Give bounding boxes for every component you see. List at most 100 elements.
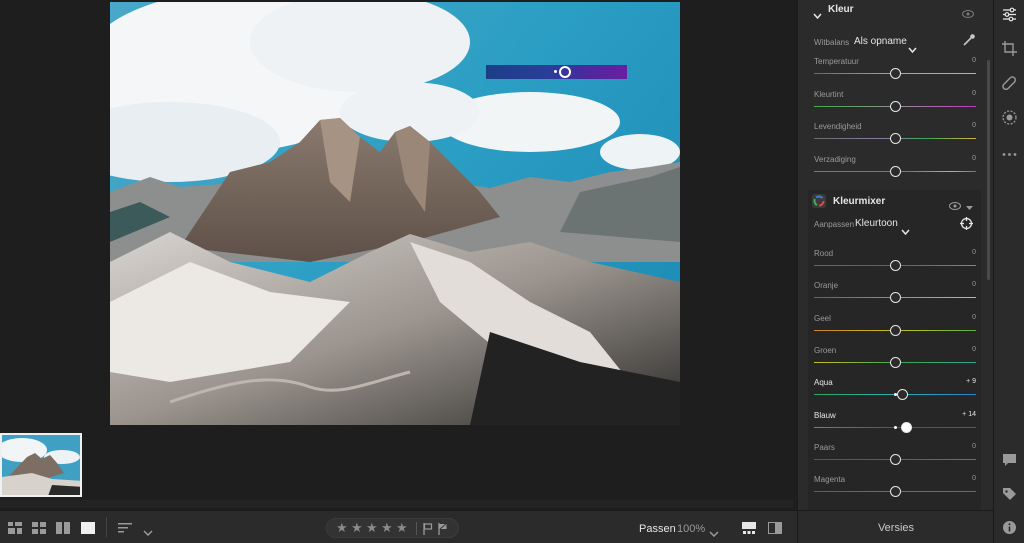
slider-levendigheid[interactable]: Levendigheid 0 — [814, 122, 976, 154]
slider-thumb[interactable] — [889, 292, 901, 304]
slider-label: Temperatuur — [814, 57, 859, 66]
star-icon[interactable]: ★ — [351, 521, 363, 535]
more-icon[interactable] — [1002, 144, 1017, 162]
target-adjust-icon[interactable] — [960, 217, 973, 235]
slider-aqua[interactable]: Aqua + 9 — [814, 378, 976, 410]
slider-label: Groen — [814, 345, 837, 355]
filmstrip-thumbnail[interactable] — [0, 433, 82, 497]
slider-thumb[interactable] — [889, 486, 901, 498]
slider-blauw[interactable]: Blauw + 14 — [814, 411, 976, 443]
chevron-down-icon[interactable] — [901, 222, 910, 240]
slider-label: Aqua — [814, 378, 833, 388]
fit-zoom-button[interactable]: Passen — [639, 523, 676, 535]
slider-rood[interactable]: Rood 0 — [814, 249, 976, 281]
healing-icon[interactable] — [1002, 76, 1017, 96]
slider-label: Blauw — [814, 410, 836, 420]
bottom-toolbar: ★ ★ ★ ★ ★ Passen 100% — [0, 510, 797, 543]
square-grid-icon[interactable] — [32, 521, 46, 539]
slider-value: 0 — [972, 313, 976, 321]
slider-magenta[interactable]: Magenta 0 — [814, 475, 976, 507]
horizontal-scrollbar[interactable] — [0, 500, 793, 508]
star-icon[interactable]: ★ — [381, 521, 393, 535]
slider-thumb[interactable] — [889, 100, 901, 112]
slider-thumb[interactable] — [889, 356, 901, 368]
slider-value: 0 — [972, 475, 976, 483]
info-icon[interactable] — [1002, 520, 1017, 540]
slider-value: 0 — [972, 442, 976, 450]
rating-divider — [416, 522, 417, 535]
slider-value: 0 — [972, 154, 976, 162]
panel-scrollbar[interactable] — [987, 60, 990, 280]
slider-thumb[interactable] — [900, 421, 912, 433]
wb-label: Witbalans — [814, 38, 850, 47]
slider-value: 0 — [972, 57, 976, 64]
slider-geel[interactable]: Geel 0 — [814, 314, 976, 346]
color-wheel-icon — [812, 194, 826, 208]
slider-thumb[interactable] — [889, 68, 901, 79]
white-balance-row: Witbalans Als opname — [814, 33, 978, 54]
app-window: ★ ★ ★ ★ ★ Passen 100% Kleur Witbalans Al… — [0, 0, 1024, 543]
slider-origin-dot — [554, 70, 557, 73]
slider-origin-dot — [894, 425, 897, 429]
slider-value: + 9 — [966, 378, 976, 386]
slider-label: Paars — [814, 442, 835, 452]
zoom-chevron-icon[interactable] — [709, 524, 719, 542]
compare-view-icon[interactable] — [56, 521, 70, 539]
flag-pick-icon[interactable] — [423, 522, 433, 540]
versions-button[interactable]: Versies — [797, 510, 993, 543]
caret-down-icon[interactable] — [966, 198, 973, 216]
slider-thumb[interactable] — [896, 389, 908, 401]
slider-value: 0 — [972, 122, 976, 129]
edit-sliders-icon[interactable] — [1002, 7, 1017, 27]
star-icon[interactable]: ★ — [336, 521, 348, 535]
toolbar-divider — [106, 517, 107, 537]
visibility-eye-icon[interactable] — [962, 5, 974, 23]
rating-flag-control: ★ ★ ★ ★ ★ — [326, 518, 459, 538]
slider-label: Magenta — [814, 475, 846, 485]
flag-reject-icon[interactable] — [438, 522, 448, 540]
adjust-dropdown[interactable]: Kleurtoon — [855, 218, 898, 229]
slider-thumb[interactable] — [889, 165, 901, 177]
color-section-title: Kleur — [828, 4, 854, 15]
local-adjust-slider[interactable] — [486, 65, 627, 79]
slider-value: 0 — [972, 89, 976, 97]
filmstrip-toggle-icon[interactable] — [742, 521, 756, 539]
slider-thumb[interactable] — [889, 133, 901, 144]
slider-paars[interactable]: Paars 0 — [814, 443, 976, 475]
chevron-down-icon[interactable] — [813, 6, 822, 24]
mask-icon[interactable] — [1002, 110, 1017, 130]
color-section-header[interactable]: Kleur — [798, 0, 993, 22]
comment-icon[interactable] — [1002, 453, 1017, 472]
photo-canvas[interactable] — [0, 0, 797, 510]
slider-oranje[interactable]: Oranje 0 — [814, 281, 976, 313]
slider-thumb[interactable] — [889, 324, 901, 336]
edit-panel: Kleur Witbalans Als opname Temperatuur 0 K… — [797, 0, 993, 510]
tag-icon[interactable] — [1002, 487, 1017, 506]
grid-view-icon[interactable] — [8, 521, 22, 539]
eyedropper-icon[interactable] — [962, 33, 976, 52]
zoom-level[interactable]: 100% — [677, 523, 705, 535]
slider-temperatuur[interactable]: Temperatuur 0 — [814, 57, 976, 89]
slider-kleurtint[interactable]: Kleurtint 0 — [814, 90, 976, 122]
slider-thumb[interactable] — [889, 453, 901, 465]
detail-view-icon[interactable] — [81, 521, 95, 539]
chevron-down-icon[interactable] — [908, 40, 917, 58]
visibility-eye-icon[interactable] — [949, 197, 961, 215]
slider-label: Rood — [814, 249, 834, 258]
slider-verzadiging[interactable]: Verzadiging 0 — [814, 155, 976, 187]
mixer-section-title: Kleurmixer — [833, 196, 886, 207]
slider-value: 0 — [972, 281, 976, 289]
wb-dropdown[interactable]: Als opname — [854, 36, 907, 47]
star-icon[interactable]: ★ — [396, 521, 408, 535]
slider-label: Kleurtint — [814, 89, 844, 99]
crop-icon[interactable] — [1002, 41, 1017, 61]
slider-groen[interactable]: Groen 0 — [814, 346, 976, 378]
chevron-down-icon[interactable] — [143, 523, 153, 541]
star-icon[interactable]: ★ — [366, 521, 378, 535]
slider-value: 0 — [972, 345, 976, 353]
tool-rail — [993, 0, 1024, 543]
slider-knob[interactable] — [559, 66, 571, 78]
before-after-icon[interactable] — [768, 521, 782, 539]
sort-icon[interactable] — [118, 521, 134, 539]
slider-thumb[interactable] — [889, 260, 901, 271]
